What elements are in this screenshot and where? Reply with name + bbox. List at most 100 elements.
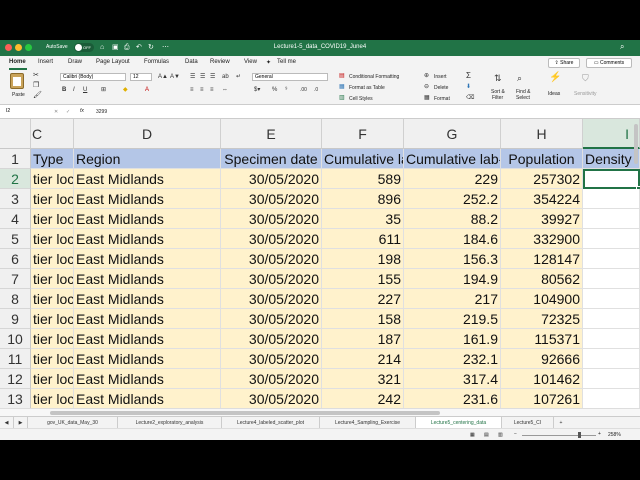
row-header[interactable]: 5 bbox=[0, 229, 31, 249]
comments-button[interactable]: ▭ Comments bbox=[586, 58, 632, 68]
font-name-select[interactable]: Calibri (Body) bbox=[60, 73, 126, 81]
align-top-icon[interactable]: ☰ bbox=[190, 73, 195, 81]
page-break-view-icon[interactable]: ▥ bbox=[498, 432, 503, 438]
cell-e[interactable]: 30/05/2020 bbox=[221, 229, 322, 249]
cancel-formula-icon[interactable]: ✕ bbox=[54, 109, 58, 115]
cell-f[interactable]: 227 bbox=[322, 289, 404, 309]
copy-icon[interactable]: ❐ bbox=[33, 82, 39, 90]
cell-c[interactable]: tier local bbox=[31, 269, 74, 289]
tab-data[interactable]: Data bbox=[185, 59, 198, 65]
enter-formula-icon[interactable]: ✓ bbox=[66, 109, 70, 115]
cell-i[interactable] bbox=[583, 249, 640, 269]
page-layout-view-icon[interactable]: ▤ bbox=[484, 432, 489, 438]
search-icon[interactable]: ⌕ bbox=[620, 42, 624, 52]
cell-e[interactable]: 30/05/2020 bbox=[221, 329, 322, 349]
borders-icon[interactable]: ⊞ bbox=[101, 86, 106, 94]
header-cell-d[interactable]: Region bbox=[74, 149, 221, 169]
cell-i[interactable] bbox=[583, 369, 640, 389]
cell-h[interactable]: 101462 bbox=[501, 369, 583, 389]
horizontal-scrollbar[interactable] bbox=[0, 408, 640, 416]
column-header-f[interactable]: F bbox=[322, 119, 404, 149]
normal-view-icon[interactable]: ▦ bbox=[470, 432, 475, 438]
underline-icon[interactable]: U bbox=[83, 86, 87, 94]
cell-c[interactable]: tier local bbox=[31, 169, 74, 189]
header-cell-c[interactable]: Type bbox=[31, 149, 74, 169]
increase-decimal-icon[interactable]: .00 bbox=[300, 86, 307, 94]
cell-e[interactable]: 30/05/2020 bbox=[221, 289, 322, 309]
cell-h[interactable]: 104900 bbox=[501, 289, 583, 309]
cell-i[interactable] bbox=[583, 289, 640, 309]
tab-draw[interactable]: Draw bbox=[68, 59, 82, 65]
cell-f[interactable]: 896 bbox=[322, 189, 404, 209]
column-header-i[interactable]: I bbox=[583, 119, 640, 149]
cell-f[interactable]: 242 bbox=[322, 389, 404, 408]
cell-g[interactable]: 217 bbox=[404, 289, 501, 309]
header-cell-g[interactable]: Cumulative lab- bbox=[404, 149, 501, 169]
cell-h[interactable]: 128147 bbox=[501, 249, 583, 269]
cell-d[interactable]: East Midlands bbox=[74, 209, 221, 229]
column-header-e[interactable]: E bbox=[221, 119, 322, 149]
cell-c[interactable]: tier local bbox=[31, 309, 74, 329]
tab-page-layout[interactable]: Page Layout bbox=[96, 59, 130, 65]
cell-c[interactable]: tier local bbox=[31, 329, 74, 349]
cell-g[interactable]: 231.6 bbox=[404, 389, 501, 408]
cell-e[interactable]: 30/05/2020 bbox=[221, 349, 322, 369]
row-header[interactable]: 1 bbox=[0, 149, 31, 169]
cell-g[interactable]: 252.2 bbox=[404, 189, 501, 209]
row-header[interactable]: 3 bbox=[0, 189, 31, 209]
cell-d[interactable]: East Midlands bbox=[74, 329, 221, 349]
row-header[interactable]: 12 bbox=[0, 369, 31, 389]
cell-g[interactable]: 156.3 bbox=[404, 249, 501, 269]
tab-view[interactable]: View bbox=[244, 59, 257, 65]
fill-icon[interactable]: ⬇ bbox=[466, 83, 471, 91]
row-header[interactable]: 11 bbox=[0, 349, 31, 369]
clear-icon[interactable]: ⌫ bbox=[466, 94, 474, 102]
cell-g[interactable]: 317.4 bbox=[404, 369, 501, 389]
column-header-d[interactable]: D bbox=[74, 119, 221, 149]
cell-e[interactable]: 30/05/2020 bbox=[221, 209, 322, 229]
header-cell-i[interactable]: Density bbox=[583, 149, 640, 169]
cell-f[interactable]: 611 bbox=[322, 229, 404, 249]
italic-icon[interactable]: I bbox=[73, 86, 75, 94]
header-cell-h[interactable]: Population bbox=[501, 149, 583, 169]
row-header[interactable]: 7 bbox=[0, 269, 31, 289]
cell-h[interactable]: 257302 bbox=[501, 169, 583, 189]
cell-c[interactable]: tier local bbox=[31, 349, 74, 369]
bold-icon[interactable]: B bbox=[62, 86, 66, 94]
row-header[interactable]: 13 bbox=[0, 389, 31, 408]
cell-d[interactable]: East Midlands bbox=[74, 369, 221, 389]
cell-f[interactable]: 187 bbox=[322, 329, 404, 349]
format-as-table-button[interactable]: Format as Table bbox=[349, 85, 385, 91]
cell-i[interactable] bbox=[583, 329, 640, 349]
orientation-icon[interactable]: ab bbox=[222, 73, 229, 81]
cell-d[interactable]: East Midlands bbox=[74, 189, 221, 209]
tab-review[interactable]: Review bbox=[210, 59, 230, 65]
active-cell[interactable] bbox=[583, 169, 640, 189]
header-cell-e[interactable]: Specimen date bbox=[221, 149, 322, 169]
align-bottom-icon[interactable]: ☰ bbox=[210, 73, 215, 81]
cell-c[interactable]: tier local bbox=[31, 189, 74, 209]
column-header-c[interactable]: C bbox=[31, 119, 74, 149]
cell-i[interactable] bbox=[583, 269, 640, 289]
cell-f[interactable]: 214 bbox=[322, 349, 404, 369]
row-header[interactable]: 2 bbox=[0, 169, 31, 189]
cell-d[interactable]: East Midlands bbox=[74, 309, 221, 329]
delete-cells-button[interactable]: Delete bbox=[434, 85, 448, 91]
sort-filter-label-2[interactable]: Filter bbox=[492, 95, 503, 101]
number-format-select[interactable]: General bbox=[252, 73, 328, 81]
currency-icon[interactable]: $▾ bbox=[254, 86, 260, 94]
cell-g[interactable]: 88.2 bbox=[404, 209, 501, 229]
cell-e[interactable]: 30/05/2020 bbox=[221, 269, 322, 289]
fill-color-icon[interactable]: ◆ bbox=[123, 86, 128, 94]
tab-insert[interactable]: Insert bbox=[38, 59, 53, 65]
cell-c[interactable]: tier local bbox=[31, 229, 74, 249]
tab-formulas[interactable]: Formulas bbox=[144, 59, 169, 65]
cell-i[interactable] bbox=[583, 209, 640, 229]
zoom-out-icon[interactable]: − bbox=[514, 431, 517, 437]
row-header[interactable]: 4 bbox=[0, 209, 31, 229]
cell-g[interactable]: 229 bbox=[404, 169, 501, 189]
decrease-font-icon[interactable]: A▼ bbox=[170, 73, 180, 81]
font-color-icon[interactable]: A bbox=[145, 86, 149, 94]
align-center-icon[interactable]: ≡ bbox=[200, 86, 204, 94]
increase-font-icon[interactable]: A▲ bbox=[158, 73, 168, 81]
